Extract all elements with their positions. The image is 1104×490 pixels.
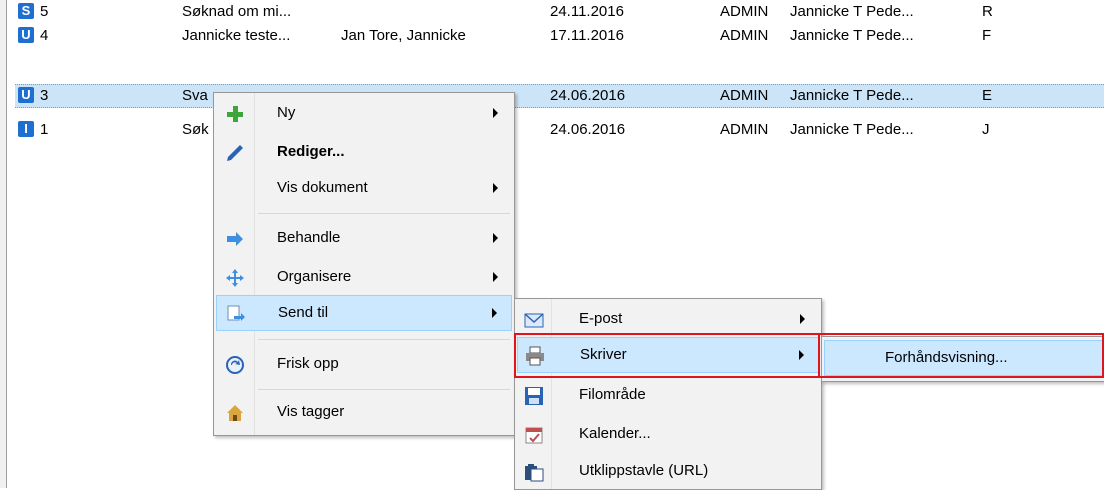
menu-item-label: Send til <box>278 304 329 321</box>
menu-item-label: Filområde <box>579 386 646 403</box>
table-row[interactable]: S 5 Søknad om mi... 24.11.2016 ADMIN Jan… <box>15 0 1104 24</box>
left-splitter <box>0 0 7 488</box>
submenu-arrow-icon <box>492 308 497 318</box>
row-date: 17.11.2016 <box>550 27 624 44</box>
row-date: 24.06.2016 <box>550 121 626 138</box>
row-number: 4 <box>40 27 49 44</box>
menu-item-send-til[interactable]: Send til <box>216 295 512 331</box>
menu-separator <box>258 213 510 214</box>
menu-item-label: Vis dokument <box>277 179 368 196</box>
plus-icon <box>225 104 245 124</box>
menu-separator <box>258 389 510 390</box>
row-from: Jan Tore, Jannicke <box>341 27 466 44</box>
row-code: J <box>982 121 990 138</box>
table-row[interactable]: I 1 Søk 24.06.2016 ADMIN Jannicke T Pede… <box>15 118 1104 142</box>
row-owner: Jannicke T Pede... <box>790 3 914 20</box>
row-title: Søk <box>182 121 209 138</box>
house-tag-icon <box>225 403 245 423</box>
row-user: ADMIN <box>720 3 769 20</box>
menu-item-vis-dokument[interactable]: Vis dokument <box>216 171 512 207</box>
row-title: Sva <box>182 87 208 104</box>
row-title: Søknad om mi... <box>182 3 292 20</box>
menu-item-behandle[interactable]: Behandle <box>216 221 512 257</box>
arrow-right-icon <box>225 229 245 249</box>
clipboard-icon <box>524 462 544 482</box>
menu-item-label: Kalender... <box>579 425 651 442</box>
document-type-badge: I <box>18 121 34 137</box>
menu-item-filomrade[interactable]: Filområde <box>517 378 819 414</box>
row-code: E <box>982 87 993 104</box>
row-number: 1 <box>40 121 49 138</box>
row-code: F <box>982 27 992 44</box>
menu-item-label: E-post <box>579 310 623 327</box>
menu-separator <box>258 339 510 340</box>
menu-item-organisere[interactable]: Organisere <box>216 260 512 296</box>
submenu-arrow-icon <box>800 314 805 324</box>
send-til-submenu: E-post Skriver Filområde Kalender... Utk… <box>514 298 822 490</box>
menu-item-utklippstavle[interactable]: Utklippstavle (URL) <box>517 454 819 490</box>
menu-item-label: Rediger... <box>277 143 345 160</box>
submenu-arrow-icon <box>493 183 498 193</box>
menu-item-kalender[interactable]: Kalender... <box>517 417 819 453</box>
menu-item-vis-tagger[interactable]: Vis tagger <box>216 395 512 431</box>
envelope-icon <box>524 310 544 330</box>
calendar-icon <box>524 425 544 445</box>
refresh-icon <box>225 355 245 375</box>
row-owner: Jannicke T Pede... <box>790 87 914 104</box>
table-row-selected[interactable]: U 3 Sva 24.06.2016 ADMIN Jannicke T Pede… <box>15 84 1104 108</box>
menu-item-ny[interactable]: Ny <box>216 96 512 132</box>
menu-item-label: Utklippstavle (URL) <box>579 462 709 479</box>
submenu-arrow-icon <box>493 272 498 282</box>
row-owner: Jannicke T Pede... <box>790 27 914 44</box>
context-menu: Ny Rediger... Vis dokument Behandle Orga… <box>213 92 515 436</box>
menu-item-frisk-opp[interactable]: Frisk opp <box>216 347 512 383</box>
row-user: ADMIN <box>720 27 769 44</box>
annotation-highlight-skriver <box>514 333 820 378</box>
menu-item-label: Behandle <box>277 229 341 246</box>
menu-item-label: Ny <box>277 104 296 121</box>
row-date: 24.06.2016 <box>550 87 626 104</box>
submenu-arrow-icon <box>493 233 498 243</box>
row-user: ADMIN <box>720 87 769 104</box>
menu-item-label: Vis tagger <box>277 403 345 420</box>
table-row[interactable]: U 4 Jannicke teste... Jan Tore, Jannicke… <box>15 24 1104 48</box>
row-number: 3 <box>40 87 49 104</box>
row-title: Jannicke teste... <box>182 27 291 44</box>
pencil-icon <box>225 143 245 163</box>
row-code: R <box>982 3 993 20</box>
send-document-icon <box>226 304 246 324</box>
document-type-badge: S <box>18 3 34 19</box>
document-type-badge: U <box>18 87 34 103</box>
row-user: ADMIN <box>720 121 769 138</box>
move-arrows-icon <box>225 268 245 288</box>
menu-item-label: Organisere <box>277 268 352 285</box>
annotation-highlight-forhandsvisning <box>818 333 1104 378</box>
floppy-disk-icon <box>524 386 544 406</box>
row-date: 24.11.2016 <box>550 3 624 20</box>
row-owner: Jannicke T Pede... <box>790 121 914 138</box>
submenu-arrow-icon <box>493 108 498 118</box>
menu-item-rediger[interactable]: Rediger... <box>216 135 512 171</box>
row-number: 5 <box>40 3 49 20</box>
document-type-badge: U <box>18 27 34 43</box>
menu-item-label: Frisk opp <box>277 355 339 372</box>
